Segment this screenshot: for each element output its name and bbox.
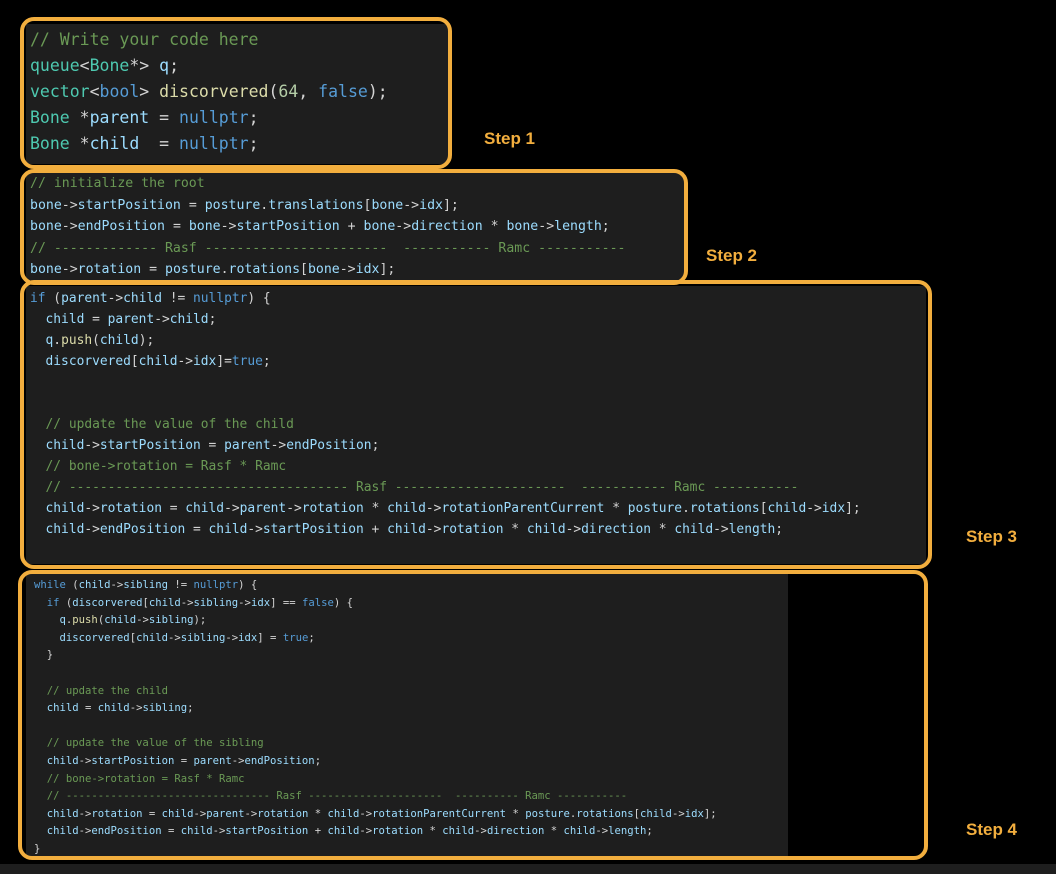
highlight-box-step4 — [18, 570, 928, 860]
highlight-box-step3 — [20, 280, 932, 569]
highlight-box-step2 — [20, 169, 688, 285]
bottom-bar — [0, 864, 1056, 874]
step-label-4: Step 4 — [966, 820, 1018, 839]
highlight-box-step1 — [20, 17, 452, 169]
step-label-1: Step 1 — [484, 129, 536, 148]
step-label-3: Step 3 — [966, 527, 1018, 546]
step-label-2: Step 2 — [706, 246, 758, 265]
